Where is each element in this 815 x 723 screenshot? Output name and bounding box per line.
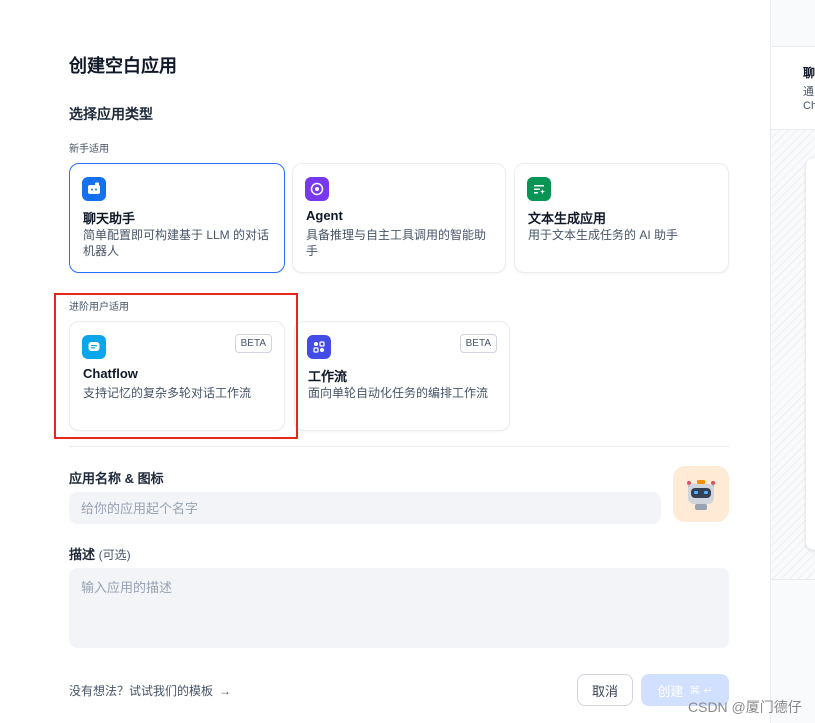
preview-desc-line: Ch bbox=[803, 100, 815, 112]
cancel-button[interactable]: 取消 bbox=[577, 674, 633, 706]
description-label: 描述 (可选) bbox=[69, 544, 131, 563]
card-title: Agent bbox=[306, 208, 343, 223]
chat-bot-icon bbox=[82, 177, 106, 201]
card-title: 工作流 bbox=[308, 369, 348, 384]
beta-badge: BETA bbox=[459, 334, 497, 353]
template-link-text: 没有想法？试试我们的模板 bbox=[69, 684, 214, 698]
divider bbox=[69, 446, 729, 447]
advanced-group-label: 进阶用户适用 bbox=[69, 302, 129, 313]
card-title: 聊天助手 bbox=[83, 211, 136, 226]
preview-card bbox=[806, 158, 815, 550]
card-description: 用于文本生成任务的 AI 助手 bbox=[528, 228, 679, 242]
app-type-card-agent[interactable]: Agent 具备推理与自主工具调用的智能助手 bbox=[292, 163, 506, 273]
preview-canvas bbox=[771, 130, 815, 580]
card-title: Chatflow bbox=[83, 366, 138, 381]
card-description: 面向单轮自动化任务的编排工作流 bbox=[308, 386, 489, 400]
card-title: 文本生成应用 bbox=[528, 211, 607, 226]
preview-panel: 聊 通 Ch bbox=[770, 0, 815, 723]
app-type-card-text-generation[interactable]: 文本生成应用 用于文本生成任务的 AI 助手 bbox=[514, 163, 729, 273]
app-type-card-chatflow[interactable]: BETA Chatflow 支持记忆的复杂多轮对话工作流 bbox=[69, 321, 285, 431]
app-name-label: 应用名称 & 图标 bbox=[69, 471, 164, 486]
create-app-dialog: 创建空白应用 选择应用类型 新手适用 聊天助手 简单配置即可构建基于 LLM 的… bbox=[0, 0, 770, 723]
arrow-right-icon: → bbox=[219, 683, 232, 698]
section-title: 选择应用类型 bbox=[69, 106, 153, 122]
preview-desc-line: 通 bbox=[803, 86, 814, 98]
beta-badge: BETA bbox=[234, 334, 272, 353]
app-name-input[interactable] bbox=[69, 492, 661, 524]
chatflow-icon bbox=[82, 335, 106, 359]
description-label-text: 描述 bbox=[69, 547, 96, 562]
card-description: 简单配置即可构建基于 LLM 的对话机器人 bbox=[83, 228, 270, 258]
keyboard-shortcut-hint: ⌘ ↵ bbox=[689, 684, 713, 697]
preview-title: 聊 bbox=[803, 66, 815, 80]
card-description: 支持记忆的复杂多轮对话工作流 bbox=[83, 386, 252, 400]
template-link[interactable]: 没有想法？试试我们的模板 → bbox=[69, 682, 231, 699]
agent-icon bbox=[305, 177, 329, 201]
page-title: 创建空白应用 bbox=[69, 56, 177, 76]
app-type-card-chat[interactable]: 聊天助手 简单配置即可构建基于 LLM 的对话机器人 bbox=[69, 163, 285, 273]
app-type-card-workflow[interactable]: BETA 工作流 面向单轮自动化任务的编排工作流 bbox=[294, 321, 510, 431]
text-generation-icon bbox=[527, 177, 551, 201]
robot-avatar-icon[interactable] bbox=[673, 466, 729, 522]
beginner-group-label: 新手适用 bbox=[69, 144, 109, 155]
watermark: CSDN @厦门德仔 bbox=[688, 699, 802, 715]
create-button-label: 创建 bbox=[657, 683, 684, 699]
description-input[interactable] bbox=[69, 568, 729, 648]
optional-hint: (可选) bbox=[98, 548, 131, 562]
workflow-icon bbox=[307, 335, 331, 359]
preview-header: 聊 通 Ch bbox=[771, 46, 815, 130]
card-description: 具备推理与自主工具调用的智能助手 bbox=[306, 228, 487, 258]
